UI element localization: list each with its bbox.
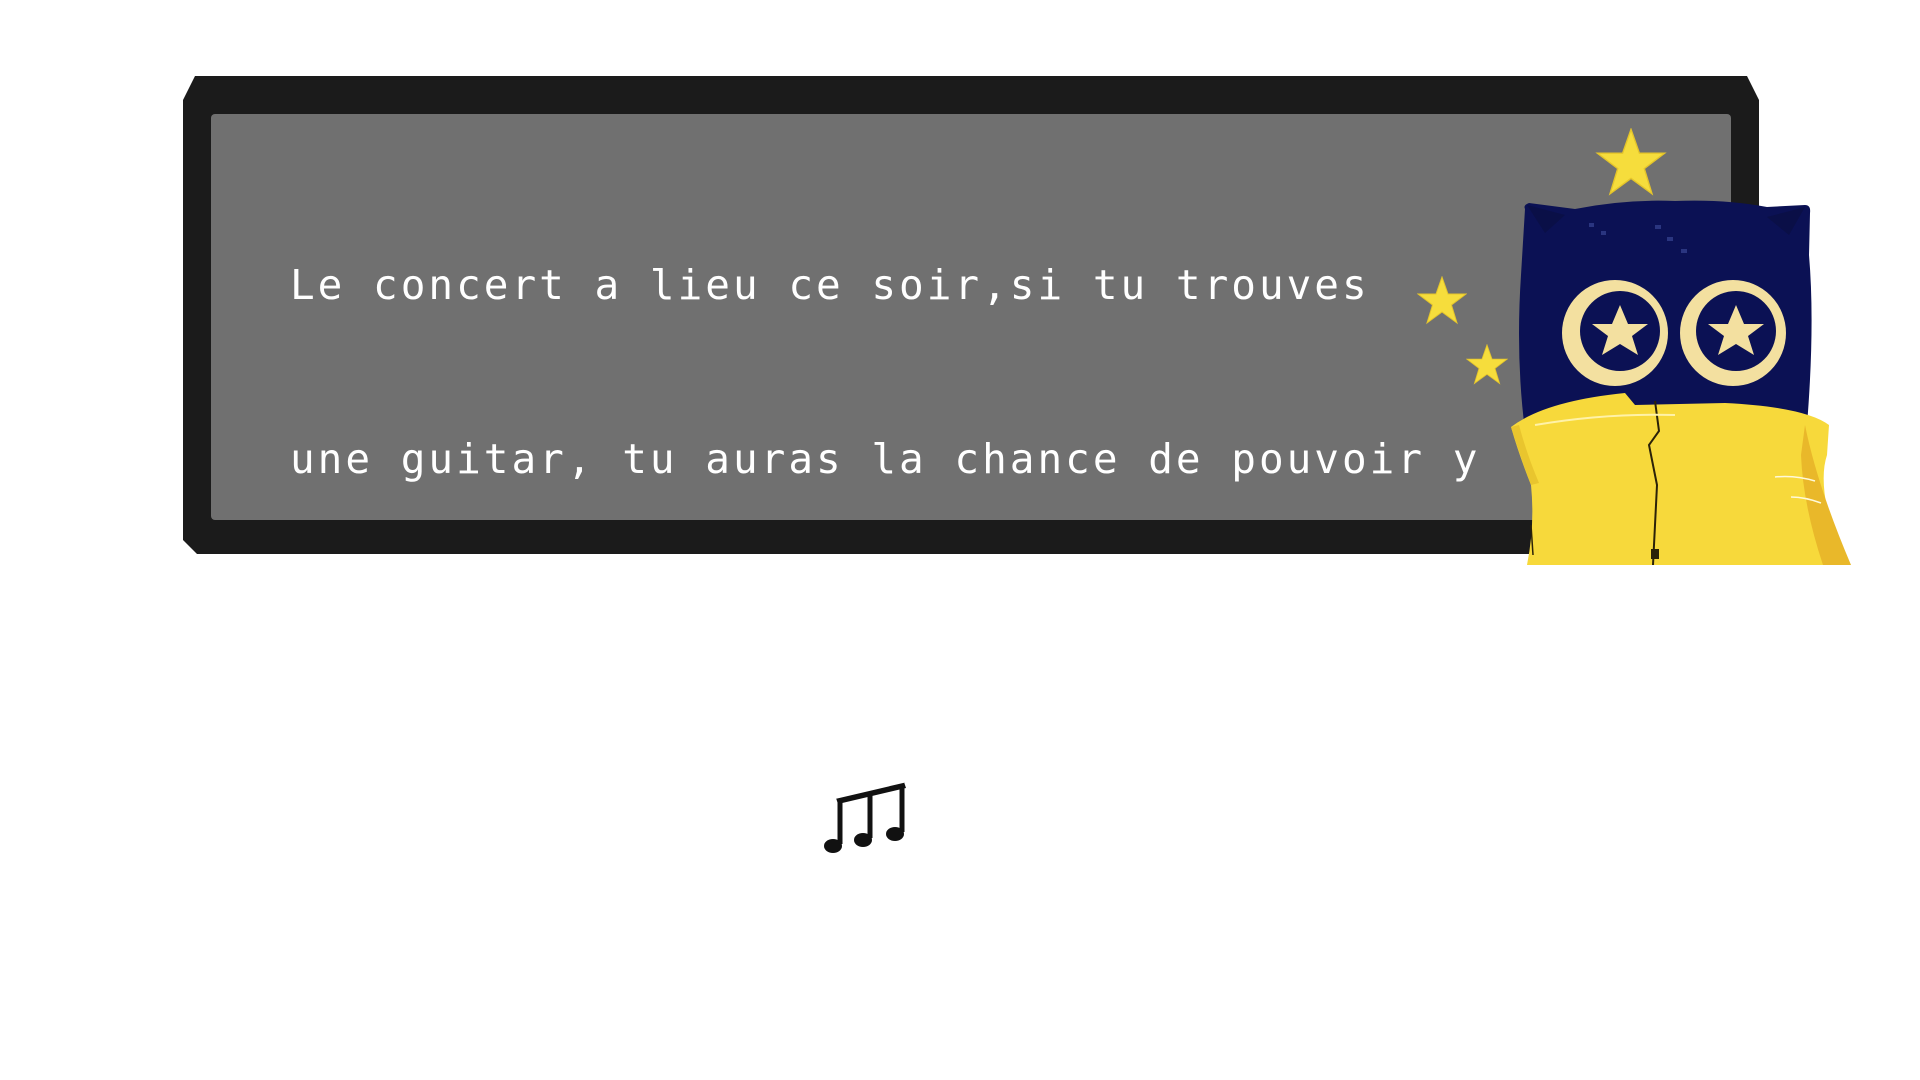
- dialog-line-4-end: pour améliorer: [922, 798, 1310, 846]
- dialog-text: Le concert a lieu ce soir,si tu trouves …: [290, 140, 1510, 1080]
- owl-eye-right: [1680, 280, 1786, 386]
- dialog-line-1: Le concert a lieu ce soir,si tu trouves: [290, 261, 1370, 309]
- music-notes-icon: [824, 781, 906, 853]
- dialog-line-2: une guitar, tu auras la chance de pouvoi…: [290, 435, 1481, 483]
- dialog-line-5: ta performance!: [290, 957, 706, 1005]
- owl-eye-left: [1562, 280, 1668, 386]
- owl-coat: [1511, 393, 1851, 565]
- owl-mascot: [1511, 200, 1851, 565]
- dialog-line-4: Attrapes le plus de pour améliorer: [290, 778, 1510, 853]
- star-icon: [1466, 344, 1508, 385]
- dialog-line-4-start: Attrapes le plus de: [290, 798, 816, 846]
- game-screen: Le concert a lieu ce soir,si tu trouves …: [0, 0, 1920, 1080]
- dialog-line-3: participer!: [290, 609, 595, 657]
- star-icon: [1417, 276, 1467, 325]
